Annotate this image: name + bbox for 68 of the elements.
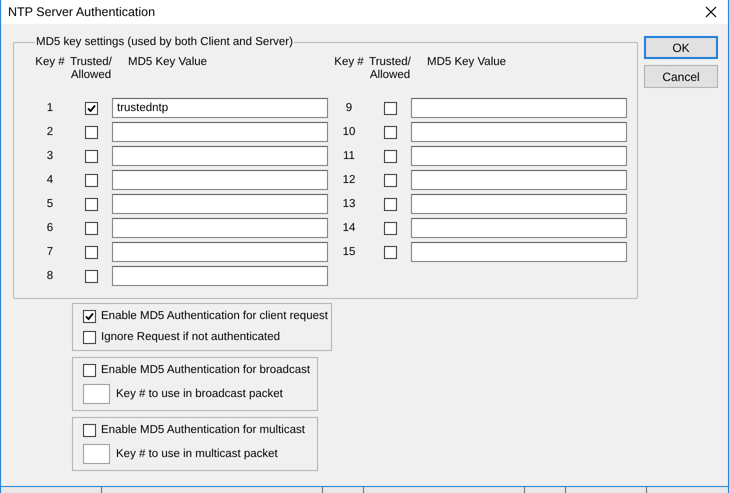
key-value-field[interactable] xyxy=(112,146,328,166)
trusted-checkbox[interactable] xyxy=(84,246,98,258)
column-header: MD5 Key Value xyxy=(426,56,508,68)
trusted-checkbox[interactable] xyxy=(384,246,396,258)
key-value-field[interactable] xyxy=(411,146,627,166)
key-number: 1 xyxy=(46,102,54,114)
option-label: Enable MD5 Authentication for multicast xyxy=(101,424,305,436)
trusted-checkbox[interactable] xyxy=(384,126,396,138)
key-number: 5 xyxy=(46,198,54,210)
trusted-checkbox[interactable] xyxy=(384,102,396,114)
key-value-field[interactable] xyxy=(411,170,627,190)
key-number: 10 xyxy=(342,126,356,138)
key-value-field[interactable] xyxy=(112,242,328,262)
option-checkbox[interactable] xyxy=(83,364,96,376)
trusted-checkbox[interactable] xyxy=(384,198,396,210)
option-label: Enable MD5 Authentication for broadcast xyxy=(101,364,310,376)
key-number: 6 xyxy=(46,222,54,234)
key-value-field[interactable] xyxy=(411,242,627,262)
key-number: 4 xyxy=(46,174,54,186)
option-label: Enable MD5 Authentication for client request xyxy=(101,310,328,322)
key-value-field[interactable] xyxy=(411,98,627,118)
group-title: MD5 key settings (used by both Client and Server) xyxy=(35,36,294,48)
key-number: 2 xyxy=(46,126,54,138)
column-header: Trusted/ Allowed xyxy=(70,56,112,82)
trusted-checkbox[interactable] xyxy=(384,222,396,234)
key-number: 8 xyxy=(46,270,54,282)
window-title: NTP Server Authentication xyxy=(8,5,156,19)
option-checkbox[interactable] xyxy=(83,310,96,322)
dialog-button[interactable]: OK xyxy=(644,36,718,59)
key-number-field[interactable] xyxy=(83,384,110,404)
option-checkbox[interactable] xyxy=(83,424,96,436)
key-number: 11 xyxy=(343,150,355,162)
key-number: 9 xyxy=(346,102,352,114)
key-number: 14 xyxy=(342,222,356,234)
column-header: Key # xyxy=(35,56,65,68)
field-label: Key # to use in broadcast packet xyxy=(116,388,283,400)
key-value-field[interactable] xyxy=(411,194,627,214)
column-header: MD5 Key Value xyxy=(127,56,208,68)
column-header: Key # xyxy=(334,56,364,68)
trusted-checkbox[interactable] xyxy=(84,270,98,282)
key-value-field[interactable] xyxy=(411,218,627,238)
key-value-field[interactable] xyxy=(112,122,328,142)
trusted-checkbox[interactable] xyxy=(84,222,98,234)
key-value-field[interactable] xyxy=(112,170,328,190)
option-label: Ignore Request if not authenticated xyxy=(101,331,280,343)
trusted-checkbox[interactable] xyxy=(84,198,98,210)
trusted-checkbox[interactable] xyxy=(84,126,98,138)
key-value-field[interactable] xyxy=(112,218,328,238)
key-number: 7 xyxy=(46,246,54,258)
trusted-checkbox[interactable] xyxy=(84,174,98,186)
trusted-checkbox[interactable] xyxy=(384,150,396,162)
key-number: 12 xyxy=(342,174,356,186)
trusted-checkbox[interactable] xyxy=(84,102,98,114)
key-value-field[interactable] xyxy=(411,122,627,142)
key-number: 13 xyxy=(342,198,356,210)
key-number: 3 xyxy=(46,150,54,162)
key-value-field[interactable] xyxy=(112,194,328,214)
close-icon[interactable] xyxy=(705,6,717,18)
dialog-button[interactable]: Cancel xyxy=(644,65,718,88)
key-value-field[interactable]: trustedntp xyxy=(112,98,328,118)
option-checkbox[interactable] xyxy=(83,330,96,344)
key-value-field[interactable] xyxy=(112,266,328,286)
key-number: 15 xyxy=(342,246,356,258)
key-number-field[interactable] xyxy=(83,444,110,464)
column-header: Trusted/ Allowed xyxy=(369,56,411,82)
trusted-checkbox[interactable] xyxy=(384,174,396,186)
trusted-checkbox[interactable] xyxy=(84,150,98,162)
field-label: Key # to use in multicast packet xyxy=(116,448,278,460)
